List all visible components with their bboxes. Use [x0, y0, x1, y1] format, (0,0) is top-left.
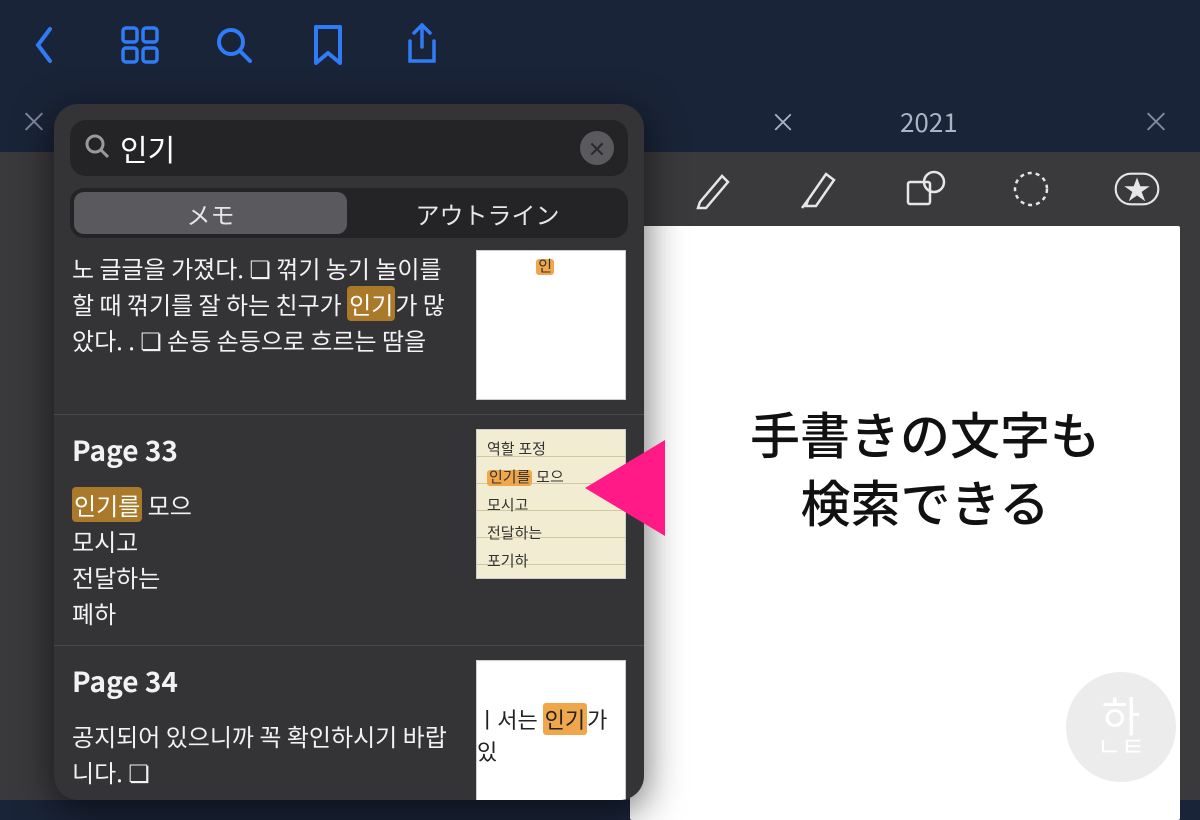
search-result[interactable]: 노 글글을 가졌다. ❏ 꺾기 농기 놀이를 할 때 꺾기를 잘 하는 친구가 …: [54, 246, 644, 414]
search-results: 노 글글을 가졌다. ❏ 꺾기 농기 놀이를 할 때 꺾기를 잘 하는 친구가 …: [54, 246, 644, 800]
search-popover: 인기 ✕ メモ アウトライン 노 글글을 가졌다. ❏ 꺾기 농기 놀이를 할 …: [54, 104, 644, 800]
back-icon[interactable]: [24, 23, 68, 67]
page-title: Page 34: [72, 660, 458, 702]
search-icon[interactable]: [212, 23, 256, 67]
share-icon[interactable]: [400, 23, 444, 67]
result-snippet: Page 33 인기를 모으 모시고 전달하는 폐하: [72, 429, 458, 631]
shapes-icon[interactable]: [902, 166, 948, 212]
top-toolbar: [0, 0, 1200, 90]
segment-memo[interactable]: メモ: [74, 192, 347, 234]
grid-icon[interactable]: [118, 23, 162, 67]
annotation-arrow-icon: [585, 440, 665, 536]
result-thumbnail: 인: [476, 250, 626, 400]
marker-icon[interactable]: [796, 166, 842, 212]
bookmark-icon[interactable]: [306, 23, 350, 67]
search-result[interactable]: Page 33 인기를 모으 모시고 전달하는 폐하 역할 포정 인기를 모으 …: [54, 414, 644, 645]
star-icon[interactable]: [1114, 166, 1160, 212]
result-thumbnail: ㅣ서는 인기가 있: [476, 660, 626, 800]
result-snippet: 노 글글을 가졌다. ❏ 꺾기 농기 놀이를 할 때 꺾기를 잘 하는 친구가 …: [72, 250, 458, 358]
tab-close-left[interactable]: ×: [20, 101, 48, 141]
lasso-icon[interactable]: [1008, 166, 1054, 212]
result-snippet: Page 34 공지되어 있으니까 꼭 확인하시기 바랍니다. ❏: [72, 660, 458, 790]
segmented-control: メモ アウトライン: [70, 188, 628, 238]
tab-close-mid[interactable]: ×: [770, 103, 796, 140]
tab-close-right[interactable]: ×: [1142, 101, 1170, 141]
highlighter-icon[interactable]: [690, 166, 736, 212]
search-field-icon: [84, 133, 110, 164]
search-result[interactable]: Page 34 공지되어 있으니까 꼭 확인하시기 바랍니다. ❏ ㅣ서는 인기…: [54, 645, 644, 800]
watermark-icon: 하 ㄴㅌ: [1066, 672, 1176, 782]
tab-title[interactable]: 2021: [900, 103, 958, 140]
clear-icon[interactable]: ✕: [580, 131, 614, 165]
page-title: Page 33: [72, 429, 458, 471]
segment-outline[interactable]: アウトライン: [351, 192, 624, 234]
annotation-text: 手書きの文字も 検索できる: [690, 400, 1160, 535]
search-input[interactable]: 인기: [120, 126, 580, 170]
search-field[interactable]: 인기 ✕: [70, 120, 628, 176]
